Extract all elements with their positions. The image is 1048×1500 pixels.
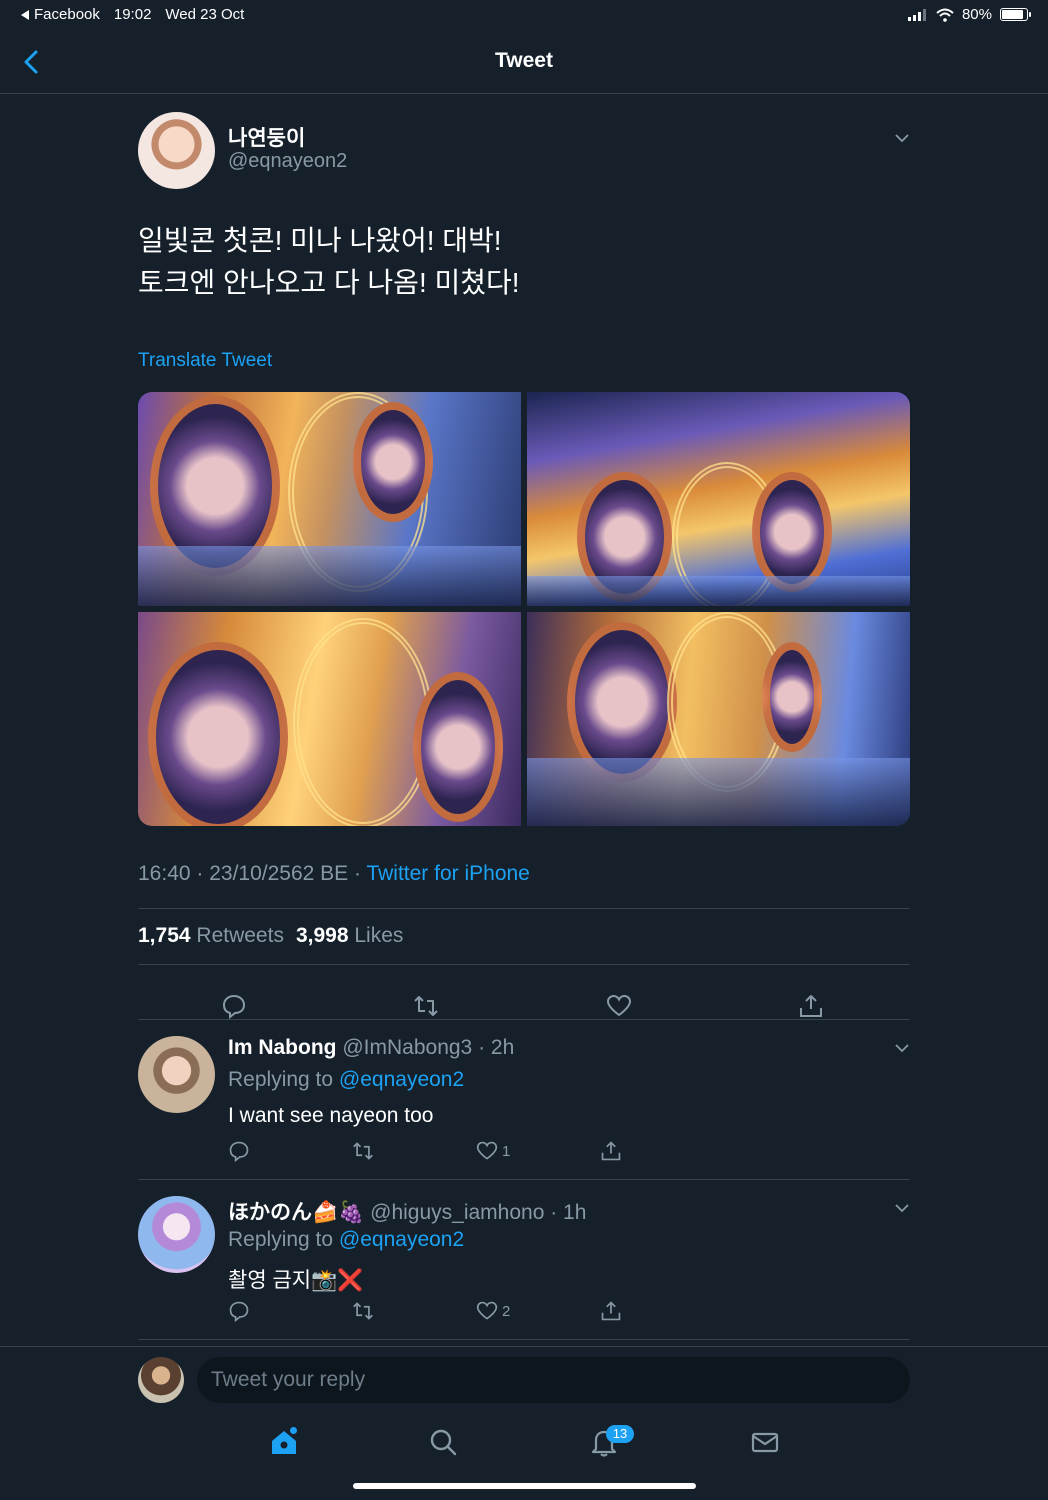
compose-reply-bar — [0, 1346, 1048, 1416]
nav-bar: Tweet — [0, 30, 1048, 94]
like-heart-icon — [476, 1141, 498, 1160]
reply-avatar[interactable] — [138, 1036, 215, 1113]
reply-tweet[interactable]: Im Nabong @ImNabong3 · 2h Replying to @e… — [138, 1036, 910, 1196]
reply-icon — [229, 1141, 249, 1162]
reply-header: Im Nabong @ImNabong3 · 2h — [228, 1036, 514, 1060]
reply-input[interactable] — [197, 1357, 910, 1403]
home-indicator[interactable] — [353, 1483, 696, 1489]
notifications-badge: 13 — [606, 1425, 634, 1443]
author-handle[interactable]: @eqnayeon2 — [228, 150, 347, 173]
like-count: 1 — [502, 1142, 511, 1160]
reply-icon — [229, 1301, 249, 1322]
author-avatar[interactable] — [138, 112, 215, 189]
reply-avatar[interactable] — [138, 1196, 215, 1273]
tweet-photo-4[interactable] — [527, 612, 910, 826]
like-count: 2 — [502, 1302, 511, 1320]
back-to-app-link[interactable]: Facebook — [20, 6, 100, 23]
retweets-label: Retweets — [196, 924, 284, 947]
tweet-source-link[interactable]: Twitter for iPhone — [366, 862, 529, 885]
like-heart-icon — [476, 1301, 498, 1320]
back-app-label: Facebook — [34, 6, 100, 23]
new-content-dot — [290, 1427, 297, 1434]
tweet-text-line: 토크엔 안나오고 다 나옴! 미쳤다! — [138, 267, 520, 298]
user-avatar[interactable] — [138, 1357, 184, 1403]
likes-count: 3,998 — [295, 924, 349, 947]
mention-link[interactable]: @eqnayeon2 — [339, 1068, 464, 1091]
mention-link[interactable]: @eqnayeon2 — [339, 1228, 464, 1251]
chevron-down-icon[interactable] — [894, 1200, 910, 1216]
divider — [138, 1179, 910, 1180]
tweet-photo-1[interactable] — [138, 392, 521, 606]
divider — [138, 1339, 910, 1340]
replying-to: Replying to @eqnayeon2 — [228, 1228, 464, 1252]
translate-tweet-link[interactable]: Translate Tweet — [138, 350, 272, 372]
retweets-stat[interactable]: 1,754 Retweets — [138, 924, 284, 948]
reply-actions: 2 — [228, 1300, 628, 1326]
replying-to: Replying to @eqnayeon2 — [228, 1068, 464, 1092]
media-grid — [138, 392, 910, 826]
main-tweet: 나연둥이 @eqnayeon2 일빛콘 첫콘! 미나 나왔어! 대박! 토크엔 … — [138, 112, 910, 1020]
tweet-photo-2[interactable] — [527, 392, 910, 606]
chevron-down-icon[interactable] — [894, 1040, 910, 1056]
likes-label: Likes — [354, 924, 404, 947]
battery-icon — [1000, 8, 1031, 21]
status-date: Wed 23 Oct — [165, 6, 245, 23]
reply-icon[interactable] — [221, 993, 247, 1019]
like-heart-icon[interactable] — [606, 993, 632, 1019]
author-row: 나연둥이 @eqnayeon2 — [138, 112, 910, 190]
reply-text: 촬영 금지📸❌ — [228, 1269, 364, 1292]
likes-stat[interactable]: 3,998 Likes — [296, 924, 403, 948]
signal-icon — [907, 8, 926, 21]
reply-button[interactable] — [228, 1300, 250, 1322]
reply-author-name[interactable]: Im Nabong — [228, 1036, 337, 1059]
retweet-button[interactable] — [352, 1140, 374, 1162]
author-name[interactable]: 나연둥이 — [228, 122, 305, 152]
reply-author-name[interactable]: ほかのん🍰🍇 — [228, 1201, 364, 1224]
tweet-text: 일빛콘 첫콘! 미나 나왔어! 대박! 토크엔 안나오고 다 나옴! 미쳤다! — [138, 220, 910, 304]
page-title: Tweet — [495, 49, 553, 72]
like-button[interactable]: 1 — [476, 1140, 510, 1162]
chevron-down-icon[interactable] — [894, 130, 910, 146]
reply-author-handle: @ImNabong3 · 2h — [342, 1036, 515, 1059]
wifi-icon — [936, 8, 954, 22]
share-button[interactable] — [600, 1300, 622, 1322]
replying-to-label: Replying to — [228, 1228, 339, 1251]
retweet-button[interactable] — [352, 1300, 374, 1322]
reply-text: I want see nayeon too — [228, 1104, 434, 1127]
share-icon — [601, 1141, 621, 1161]
share-icon — [601, 1301, 621, 1321]
reply-author-handle: @higuys_iamhono · 1h — [370, 1201, 587, 1224]
reply-button[interactable] — [228, 1140, 250, 1162]
retweets-count: 1,754 — [138, 924, 191, 947]
share-button[interactable] — [600, 1140, 622, 1162]
divider — [138, 964, 910, 965]
status-bar: Facebook 19:02 Wed 23 Oct 80% — [0, 0, 1048, 30]
retweet-icon — [353, 1302, 373, 1320]
back-triangle-icon — [21, 9, 29, 20]
tweet-timestamp-row: 16:40 · 23/10/2562 BE · Twitter for iPho… — [138, 862, 530, 886]
replying-to-label: Replying to — [228, 1068, 339, 1091]
battery-percent: 80% — [961, 6, 992, 23]
tweet-stats: 1,754 Retweets 3,998 Likes — [138, 924, 403, 948]
messages-envelope-icon[interactable] — [749, 1426, 781, 1458]
reply-tweet[interactable]: ほかのん🍰🍇 @higuys_iamhono · 1h Replying to … — [138, 1196, 910, 1356]
share-icon[interactable] — [798, 993, 824, 1019]
tweet-timestamp: 16:40 · 23/10/2562 BE · — [138, 862, 367, 885]
tweet-photo-3[interactable] — [138, 612, 521, 826]
tab-bar — [0, 1416, 1048, 1476]
reply-header: ほかのん🍰🍇 @higuys_iamhono · 1h — [228, 1196, 586, 1226]
tweet-text-line: 일빛콘 첫콘! 미나 나왔어! 대박! — [138, 225, 502, 256]
retweet-icon — [353, 1142, 373, 1160]
divider — [138, 908, 910, 909]
status-time: 19:02 — [113, 6, 152, 23]
divider — [138, 1019, 910, 1020]
tweet-actions — [138, 978, 910, 1034]
reply-actions: 1 — [228, 1140, 628, 1166]
retweet-icon[interactable] — [413, 993, 439, 1019]
search-icon[interactable] — [427, 1426, 459, 1458]
like-button[interactable]: 2 — [476, 1300, 510, 1322]
